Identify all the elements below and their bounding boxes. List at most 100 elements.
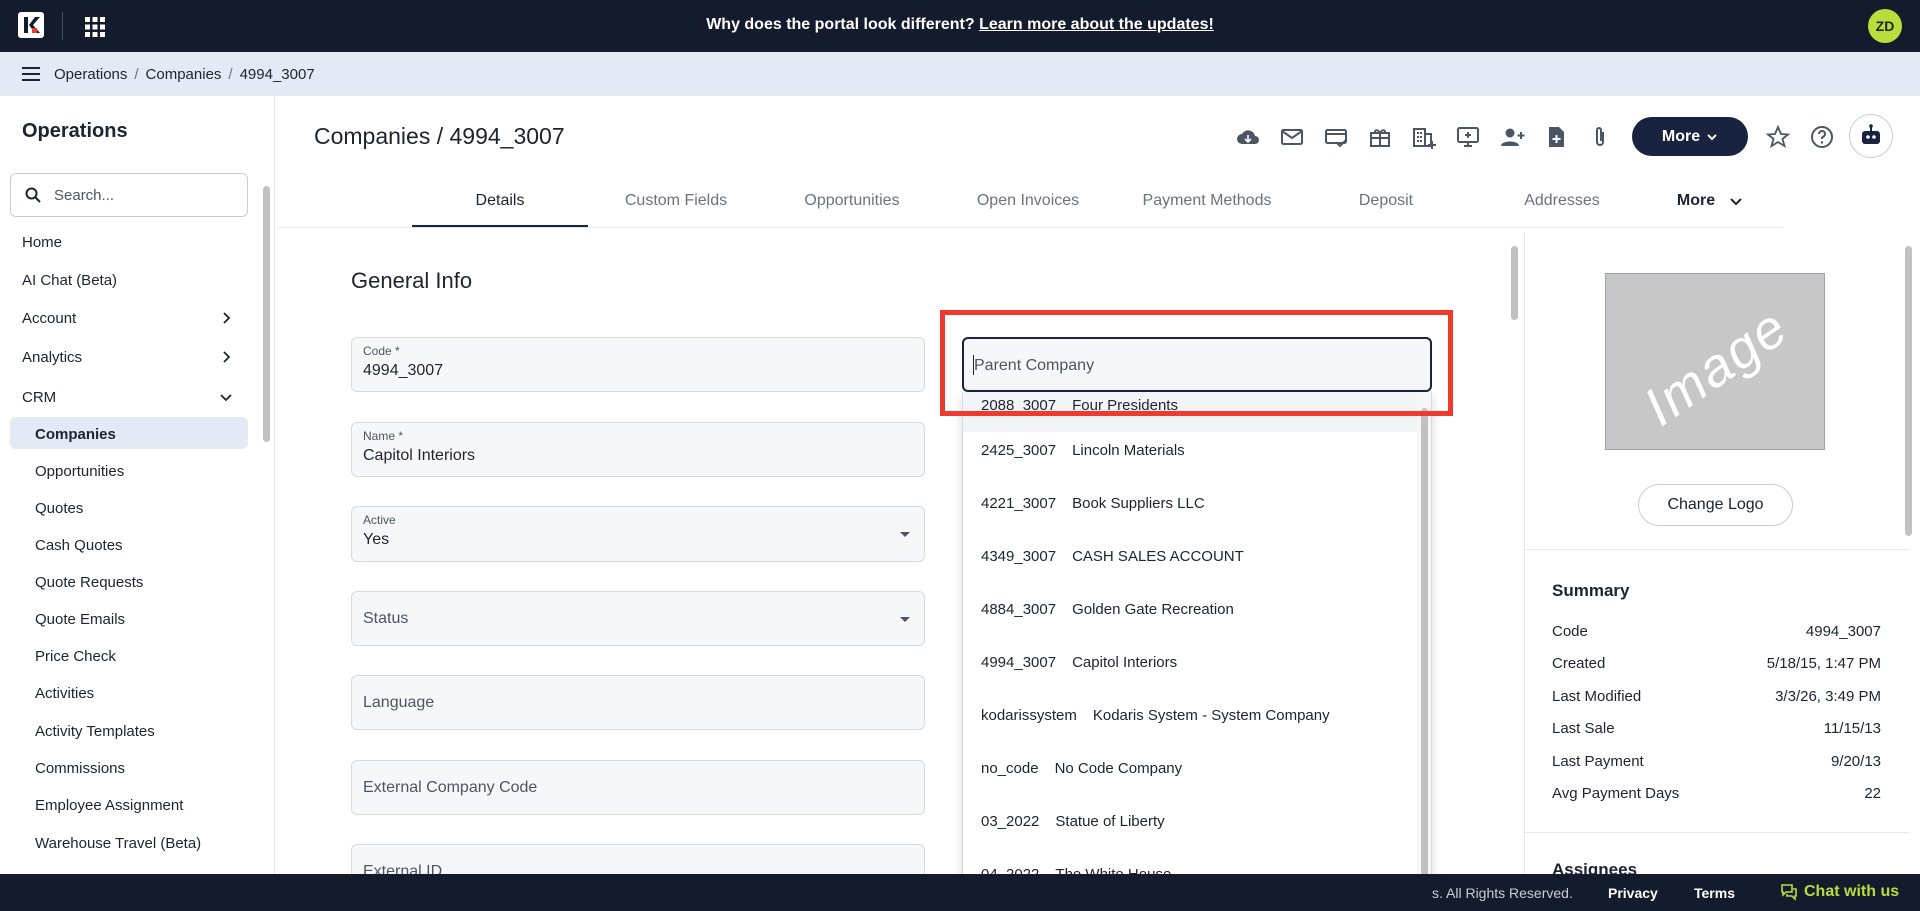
list-item[interactable]: 4884_3007 Golden Gate Recreation (963, 583, 1417, 636)
breadcrumb-operations[interactable]: Operations (54, 66, 127, 83)
divider (1525, 832, 1909, 833)
sidebar-item-companies[interactable]: Companies (35, 426, 116, 443)
sidebar-item-activities[interactable]: Activities (35, 685, 94, 702)
external-company-code-field[interactable]: External Company Code (351, 760, 925, 815)
content-scrollbar[interactable] (1508, 232, 1520, 874)
list-item[interactable]: 4221_3007 Book Suppliers LLC (963, 477, 1417, 530)
breadcrumb-companies[interactable]: Companies (146, 66, 222, 83)
chevron-right-icon[interactable] (220, 351, 232, 363)
side-panel-scrollbar[interactable] (1902, 232, 1914, 874)
tab-payment-methods[interactable]: Payment Methods (1119, 192, 1295, 210)
sidebar-item-crm[interactable]: CRM (22, 389, 56, 406)
breadcrumb: Operations / Companies / 4994_3007 (0, 52, 1920, 96)
ai-assistant-button[interactable] (1849, 114, 1893, 158)
sidebar-item-opportunities[interactable]: Opportunities (35, 463, 124, 480)
summary-row: Last Payment 9/20/13 (1552, 753, 1881, 770)
language-placeholder: Language (363, 694, 435, 711)
terms-link[interactable]: Terms (1694, 885, 1735, 901)
sidebar-item-quote-requests[interactable]: Quote Requests (35, 574, 143, 591)
summary-row: Avg Payment Days 22 (1552, 785, 1881, 802)
copyright-text: s. All Rights Reserved. (1432, 885, 1573, 901)
tab-bar: Details Custom Fields Opportunities Open… (278, 180, 1783, 228)
star-icon[interactable] (1765, 124, 1791, 150)
tab-addresses[interactable]: Addresses (1474, 192, 1650, 210)
sidebar-title: Operations (22, 120, 128, 142)
sidebar-item-cash-quotes[interactable]: Cash Quotes (35, 537, 123, 554)
tab-more[interactable]: More (1650, 192, 1770, 210)
logo-placeholder-text: Image (1633, 296, 1799, 438)
chevron-right-icon[interactable] (220, 312, 232, 324)
update-banner: Why does the portal look different? Lear… (0, 16, 1920, 34)
list-item[interactable]: 03_2022 Statue of Liberty (963, 795, 1417, 848)
sidebar-item-home[interactable]: Home (22, 234, 62, 251)
language-field[interactable]: Language (351, 675, 925, 730)
active-select[interactable]: Active Yes (351, 506, 925, 562)
banner-link[interactable]: Learn more about the updates! (979, 16, 1214, 33)
sidebar-search-input[interactable]: Search... (10, 173, 248, 217)
sidebar-item-price-check[interactable]: Price Check (35, 648, 116, 665)
annotation-highlight-box (940, 310, 1453, 416)
sidebar-item-activity-templates[interactable]: Activity Templates (35, 723, 155, 740)
summary-row: Last Sale 11/15/13 (1552, 720, 1881, 737)
list-item[interactable]: no_code No Code Company (963, 742, 1417, 795)
code-value: 4994_3007 (363, 362, 444, 379)
mail-icon[interactable] (1279, 124, 1305, 150)
tab-opportunities[interactable]: Opportunities (764, 192, 940, 210)
more-actions-button[interactable]: More (1632, 117, 1748, 156)
chevron-down-icon (1730, 198, 1742, 206)
code-label: Code * (363, 344, 400, 358)
card-check-icon[interactable] (1323, 124, 1349, 150)
chevron-down-icon[interactable] (220, 391, 232, 403)
robot-icon (1862, 124, 1880, 144)
status-select[interactable]: Status (351, 591, 925, 646)
top-banner-bar: Why does the portal look different? Lear… (0, 0, 1920, 52)
name-field[interactable]: Name * Capitol Interiors (351, 422, 925, 477)
options-scrollbar[interactable] (1417, 392, 1431, 910)
banner-text: Why does the portal look different? (706, 16, 975, 33)
sidebar-item-quote-emails[interactable]: Quote Emails (35, 611, 125, 628)
sidebar-item-warehouse-travel[interactable]: Warehouse Travel (Beta) (35, 835, 201, 852)
parent-company-options-list: 2088_3007 Four Presidents 2425_3007 Lincol… (962, 392, 1432, 911)
sidebar-item-account[interactable]: Account (22, 310, 76, 327)
chat-label: Chat with us (1804, 883, 1900, 900)
chat-with-us-button[interactable]: Chat with us (1780, 883, 1899, 901)
sidebar-item-analytics[interactable]: Analytics (22, 349, 82, 366)
tab-details[interactable]: Details (412, 192, 588, 210)
search-icon (25, 187, 41, 203)
attachment-icon[interactable] (1587, 124, 1613, 150)
help-icon[interactable] (1809, 124, 1835, 150)
active-value: Yes (363, 531, 390, 548)
screen-add-icon[interactable] (1455, 124, 1481, 150)
sidebar-item-employee-assignment[interactable]: Employee Assignment (35, 797, 183, 814)
list-item[interactable]: kodarissystem Kodaris System - System Com… (963, 689, 1417, 742)
general-info-title: General Info (351, 268, 473, 293)
external-id-field[interactable]: External ID (351, 844, 925, 874)
change-logo-button[interactable]: Change Logo (1638, 484, 1793, 526)
code-field[interactable]: Code * 4994_3007 (351, 337, 925, 392)
sidebar-item-ai-chat[interactable]: AI Chat (Beta) (22, 272, 117, 289)
name-label: Name * (363, 429, 404, 443)
list-item[interactable]: 4349_3007 CASH SALES ACCOUNT (963, 530, 1417, 583)
person-add-icon[interactable] (1499, 124, 1525, 150)
gift-icon[interactable] (1367, 124, 1393, 150)
building-add-icon[interactable] (1411, 124, 1437, 150)
privacy-link[interactable]: Privacy (1608, 885, 1658, 901)
tab-deposit[interactable]: Deposit (1298, 192, 1474, 210)
list-item[interactable]: 4994_3007 Capitol Interiors (963, 636, 1417, 689)
page-title: Companies / 4994_3007 (314, 123, 565, 149)
sidebar-item-quotes[interactable]: Quotes (35, 500, 83, 517)
summary-row: Last Modified 3/3/26, 3:49 PM (1552, 688, 1881, 705)
external-company-code-placeholder: External Company Code (363, 779, 538, 796)
tab-custom-fields[interactable]: Custom Fields (588, 192, 764, 210)
sidebar-item-commissions[interactable]: Commissions (35, 760, 125, 777)
menu-icon[interactable] (22, 66, 42, 82)
list-item[interactable]: 2425_3007 Lincoln Materials (963, 424, 1417, 477)
cloud-icon[interactable] (1235, 124, 1261, 150)
file-add-icon[interactable] (1543, 124, 1569, 150)
avatar[interactable]: ZD (1868, 9, 1902, 43)
sidebar-scrollbar[interactable] (261, 172, 271, 868)
tab-open-invoices[interactable]: Open Invoices (940, 192, 1116, 210)
external-id-placeholder: External ID (363, 863, 443, 874)
more-button-label: More (1661, 127, 1701, 145)
breadcrumb-current: 4994_3007 (239, 65, 315, 83)
